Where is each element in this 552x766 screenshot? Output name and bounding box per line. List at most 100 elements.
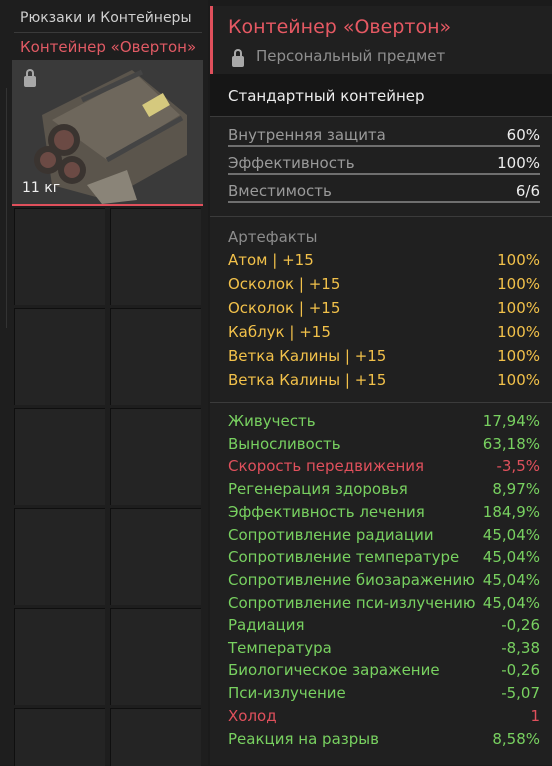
artifact-row: Ветка Калины | +15 100% [228,347,540,365]
effect-row: Живучесть 17,94% [228,412,540,430]
divider [14,32,202,33]
artifact-row: Ветка Калины | +15 100% [228,371,540,389]
effect-value: -0,26 [501,661,540,679]
effect-row: Сопротивление биозаражению 45,04% [228,571,540,589]
artifact-value: 100% [497,323,540,341]
effect-label: Выносливость [228,435,341,453]
lock-icon [232,49,244,67]
stat-row: Эффективность 100% [228,154,540,172]
accent-bar [210,6,213,74]
artifacts-header: Артефакты [228,228,540,246]
effect-row: Температура -8,38 [228,639,540,657]
container-type: Стандартный контейнер [228,87,425,105]
effect-row: Сопротивление температуре 45,04% [228,548,540,566]
inventory-slot[interactable] [110,308,201,405]
stat-value: 6/6 [515,182,540,200]
stat-label: Вместимость [228,182,332,200]
artifact-label: Осколок | +15 [228,299,341,317]
effect-row: Выносливость 63,18% [228,435,540,453]
effect-value: -0,26 [501,616,540,634]
inventory-slot[interactable] [110,508,201,605]
effect-row: Радиация -0,26 [228,616,540,634]
personal-item-label: Персональный предмет [256,47,446,65]
effect-row: Реакция на разрыв 8,58% [228,730,540,748]
effect-label: Сопротивление радиации [228,526,434,544]
effect-value: 184,9% [482,503,540,521]
artifact-value: 100% [497,347,540,365]
item-name: Контейнер «Овертон» [20,38,197,56]
artifact-value: 100% [497,275,540,293]
inventory-slot[interactable] [110,208,201,305]
effect-row: Биологическое заражение -0,26 [228,661,540,679]
artifact-label: Атом | +15 [228,251,314,269]
effect-label: Температура [228,639,332,657]
effect-value: -8,38 [501,639,540,657]
inventory-edge [0,88,7,328]
stat-bar [228,201,540,203]
stat-row: Вместимость 6/6 [228,182,540,200]
effect-label: Сопротивление температуре [228,548,460,566]
divider [210,116,552,117]
effect-label: Регенерация здоровья [228,480,408,498]
stat-bar [228,145,540,147]
effect-value: 45,04% [482,571,540,589]
inventory-slot[interactable] [110,608,201,705]
inventory-slot[interactable] [14,508,105,605]
effect-label: Реакция на разрыв [228,730,379,748]
effect-label: Биологическое заражение [228,661,440,679]
item-tooltip: Контейнер «Овертон» Персональный предмет… [210,6,552,765]
effect-value: 8,58% [492,730,540,748]
inventory-slot[interactable] [14,608,105,705]
effect-row: Пси-излучение -5,07 [228,684,540,702]
effect-value: 45,04% [482,594,540,612]
inventory-panel: Рюкзаки и Контейнеры Контейнер «Овертон»… [0,0,208,766]
inventory-slot[interactable] [110,408,201,505]
tooltip-title: Контейнер «Овертон» [228,16,452,38]
divider [210,402,552,403]
effect-row: Регенерация здоровья 8,97% [228,480,540,498]
artifact-value: 100% [497,371,540,389]
effect-label: Сопротивление биозаражению [228,571,475,589]
effect-label: Эффективность лечения [228,503,425,521]
stat-label: Внутренняя защита [228,126,386,144]
artifact-label: Каблук | +15 [228,323,331,341]
stat-value: 60% [506,126,540,144]
effect-row: Сопротивление пси-излучению 45,04% [228,594,540,612]
effect-label: Скорость передвижения [228,457,425,475]
effect-value: -3,5% [496,457,540,475]
artifact-label: Осколок | +15 [228,275,341,293]
effect-label: Пси-излучение [228,684,346,702]
artifact-label: Ветка Калины | +15 [228,347,387,365]
inventory-slot[interactable] [14,308,105,405]
effect-row: Сопротивление радиации 45,04% [228,526,540,544]
artifacts-header-label: Артефакты [228,228,318,246]
divider [210,216,552,217]
inventory-slot[interactable] [14,208,105,305]
artifact-row: Осколок | +15 100% [228,299,540,317]
effect-label: Радиация [228,616,305,634]
effect-row: Холод 1 [228,707,540,725]
effect-label: Холод [228,707,277,725]
artifact-row: Каблук | +15 100% [228,323,540,341]
artifact-label: Ветка Калины | +15 [228,371,387,389]
inventory-slot[interactable] [110,708,201,766]
stat-bar [228,173,540,175]
item-slot-overton[interactable]: 11 кг [12,60,203,206]
inventory-slot[interactable] [14,708,105,766]
stat-value: 100% [497,154,540,172]
effect-label: Живучесть [228,412,316,430]
item-weight: 11 кг [22,180,61,196]
effect-value: -5,07 [501,684,540,702]
effect-value: 17,94% [482,412,540,430]
effect-row: Эффективность лечения 184,9% [228,503,540,521]
stat-label: Эффективность [228,154,355,172]
effect-label: Сопротивление пси-излучению [228,594,476,612]
artifact-row: Осколок | +15 100% [228,275,540,293]
effect-value: 45,04% [482,526,540,544]
category-title: Рюкзаки и Контейнеры [20,10,192,26]
artifact-row: Атом | +15 100% [228,251,540,269]
inventory-slot[interactable] [14,408,105,505]
stat-row: Внутренняя защита 60% [228,126,540,144]
artifact-value: 100% [497,251,540,269]
effect-value: 63,18% [482,435,540,453]
